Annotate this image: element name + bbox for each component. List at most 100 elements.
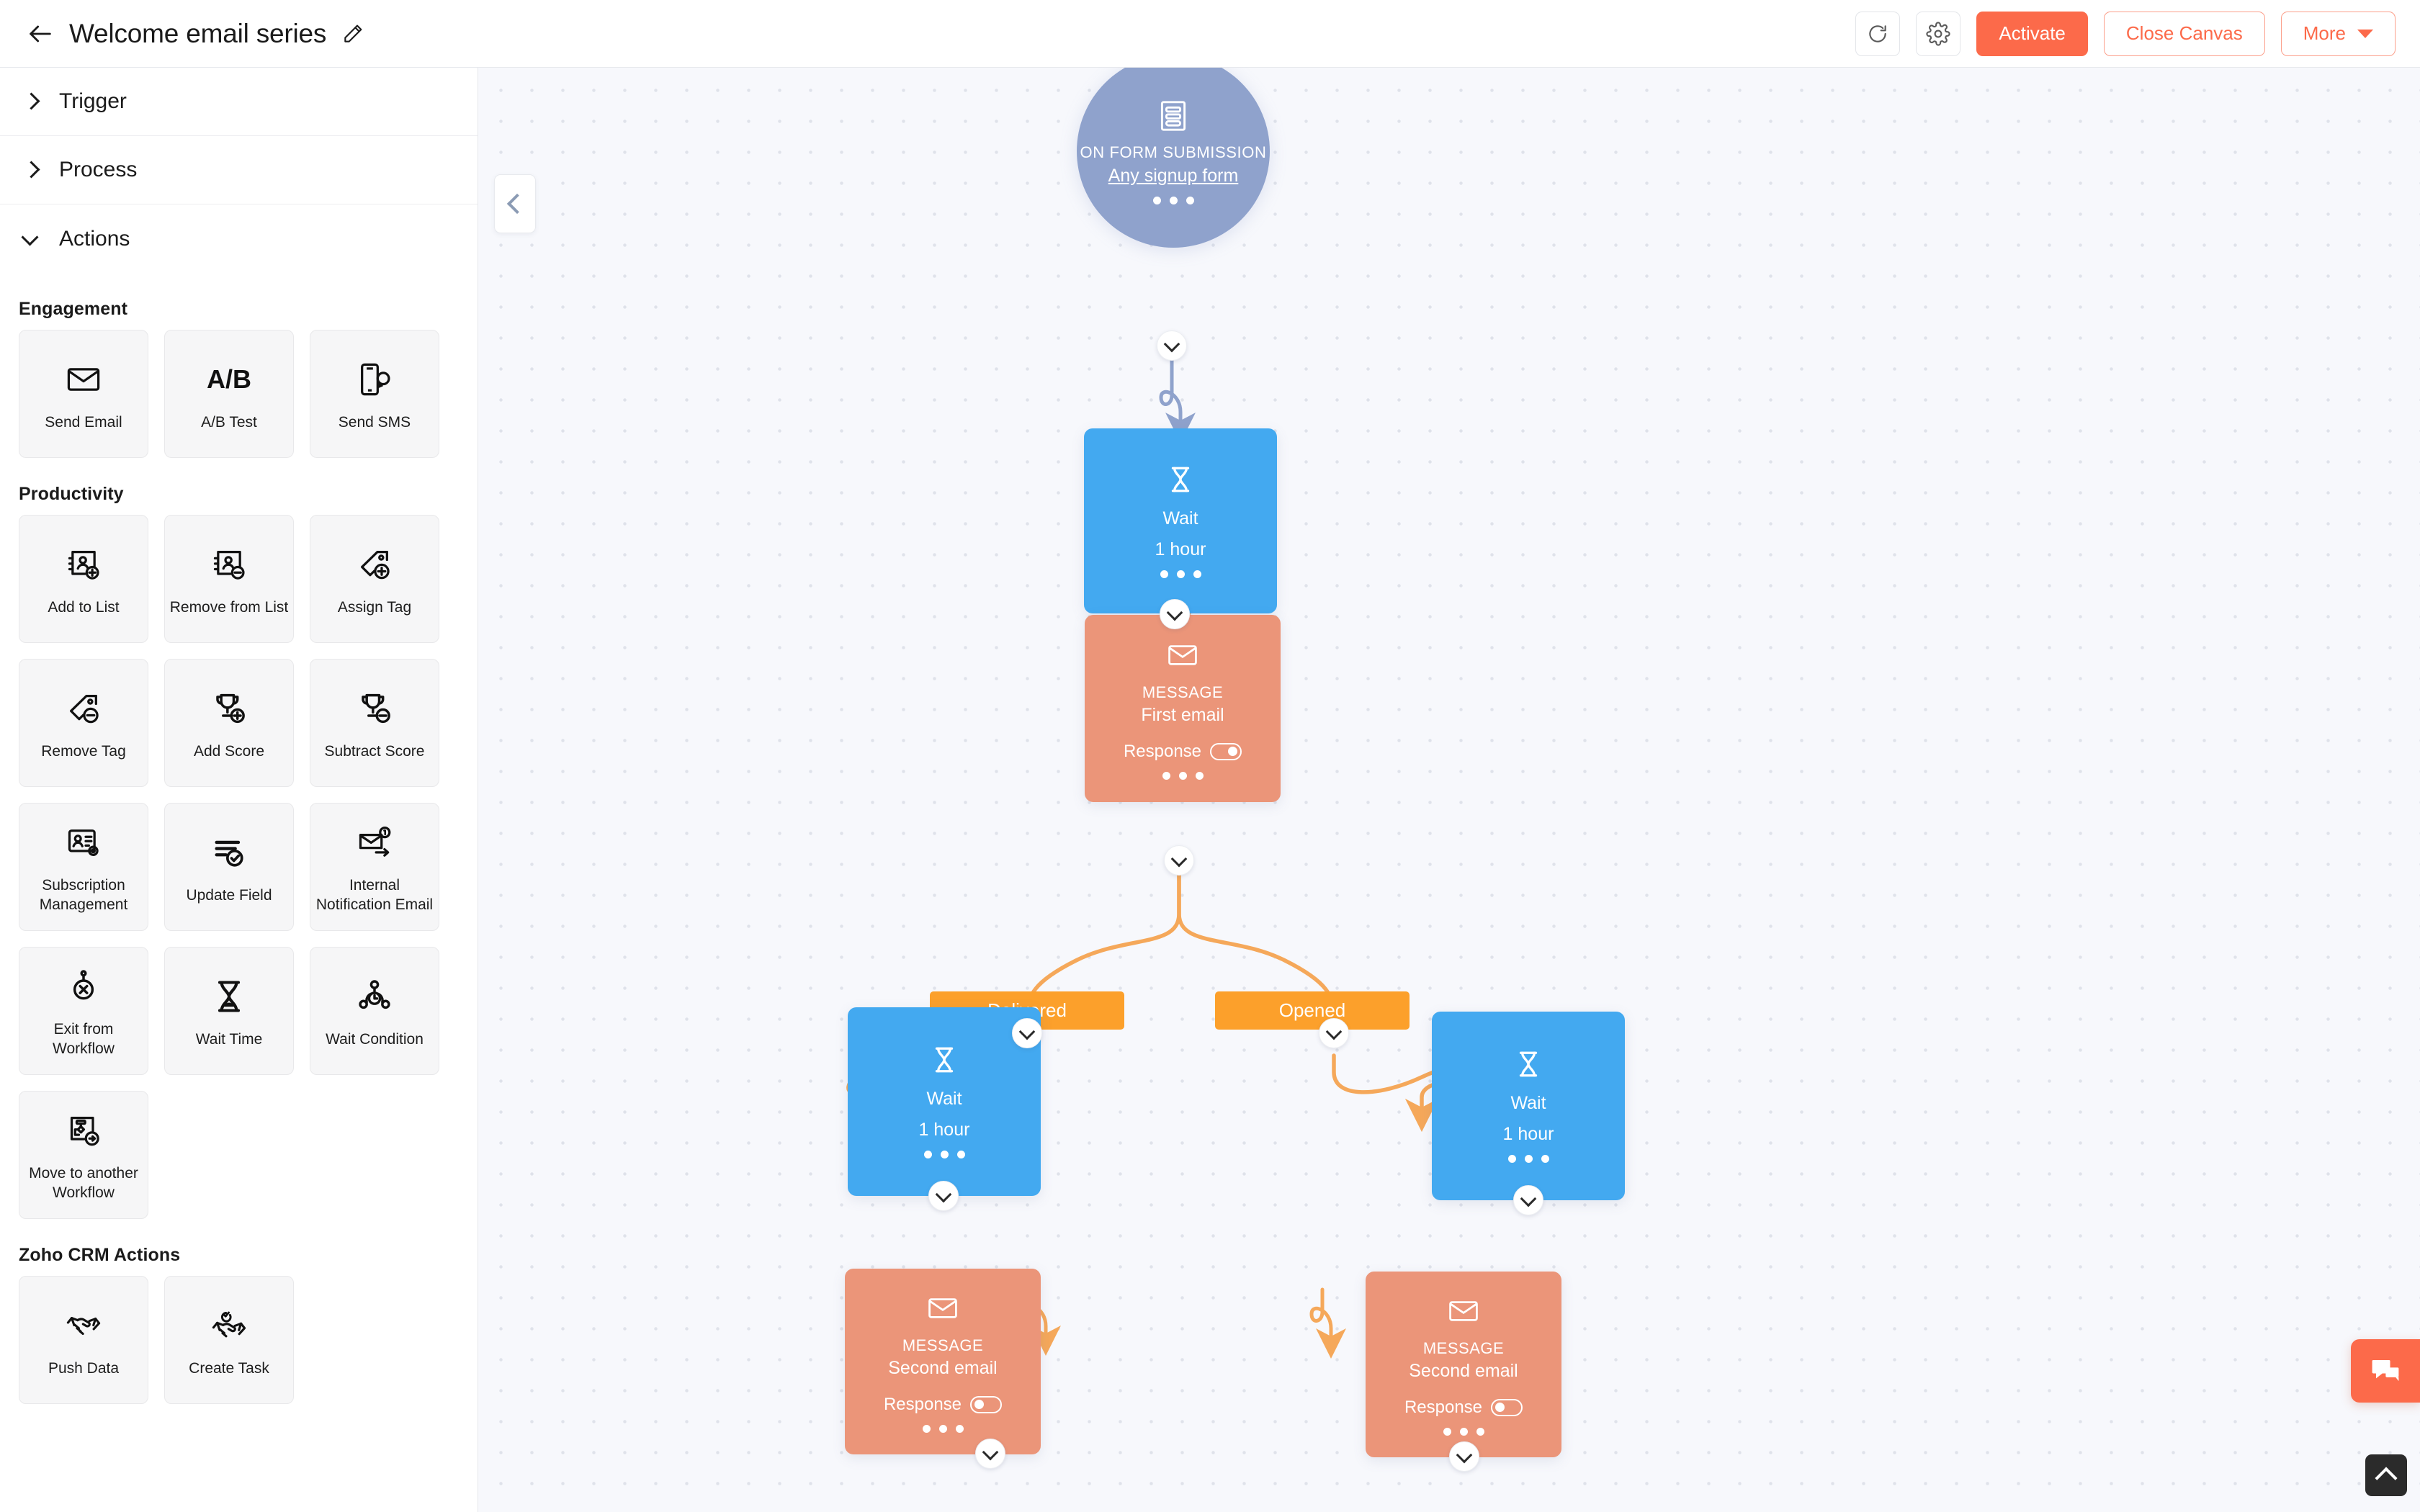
node-menu-dots[interactable] — [1160, 570, 1201, 578]
activate-button[interactable]: Activate — [1976, 11, 2088, 56]
expander-message-second-email-left[interactable] — [975, 1439, 1005, 1469]
chevron-up-icon[interactable] — [2365, 1454, 2407, 1496]
node-wait-1[interactable]: Wait 1 hour — [1084, 428, 1277, 613]
node-menu-dots[interactable] — [1162, 771, 1204, 780]
chevron-down-icon — [22, 230, 40, 248]
back-arrow-icon[interactable] — [24, 18, 56, 50]
hourglass-icon — [1513, 1049, 1543, 1083]
node-kind: MESSAGE — [902, 1336, 984, 1354]
sidebar-accordion-process[interactable]: Process — [0, 136, 478, 204]
action-card-label: Move to another Workflow — [29, 1165, 138, 1201]
move-workflow-icon — [65, 1107, 102, 1154]
handshake-check-icon — [210, 1302, 248, 1349]
action-card-internal-notification-email[interactable]: Internal Notification Email — [310, 803, 439, 931]
node-subtitle: 1 hour — [1502, 1124, 1554, 1144]
response-toggle[interactable] — [970, 1395, 1003, 1413]
contact-card-minus-icon — [210, 541, 248, 588]
action-card-label: Update Field — [186, 886, 272, 904]
action-card-add-score[interactable]: Add Score — [164, 659, 294, 787]
action-card-label: Remove Tag — [41, 742, 126, 760]
expander-wait-1[interactable] — [1160, 599, 1190, 629]
pencil-icon[interactable] — [341, 22, 365, 46]
action-card-add-to-list[interactable]: Add to List — [19, 515, 148, 643]
response-label: Response — [883, 1394, 962, 1414]
node-name: First email — [1141, 704, 1224, 725]
action-card-subscription-management[interactable]: Subscription Management — [19, 803, 148, 931]
gear-icon[interactable] — [1916, 11, 1961, 56]
workflow-canvas[interactable]: ON FORM SUBMISSION Any signup form Wait … — [478, 68, 2420, 1512]
response-toggle[interactable] — [1491, 1398, 1523, 1416]
action-card-push-data[interactable]: Push Data — [19, 1276, 148, 1404]
hourglass-icon — [929, 1045, 959, 1079]
action-card-label: Exit from Workflow — [53, 1021, 115, 1057]
contact-settings-icon — [65, 819, 102, 866]
action-card-label: Add Score — [193, 742, 265, 760]
expander-message-first-email[interactable] — [1164, 845, 1194, 876]
action-card-wait-time[interactable]: Wait Time — [164, 947, 294, 1075]
action-card-send-email[interactable]: Send Email — [19, 330, 148, 458]
refresh-icon[interactable] — [1855, 11, 1901, 56]
close-canvas-button[interactable]: Close Canvas — [2103, 11, 2265, 56]
action-card-move-to-another-workflow[interactable]: Move to another Workflow — [19, 1091, 148, 1219]
node-title: Wait — [926, 1089, 962, 1109]
action-card-label: Add to List — [48, 598, 120, 616]
action-card-label: Subscription Management — [39, 877, 128, 913]
action-card-label: Subtract Score — [324, 742, 425, 760]
sidebar-accordion-actions[interactable]: Actions — [0, 204, 478, 273]
node-menu-dots[interactable] — [1152, 196, 1194, 204]
more-button-label: More — [2303, 22, 2346, 44]
response-row: Response — [1404, 1398, 1523, 1418]
action-card-label: Wait Condition — [326, 1030, 424, 1048]
sidebar-accordion-trigger[interactable]: Trigger — [0, 68, 478, 136]
expander-branch-delivered[interactable] — [1012, 1018, 1042, 1048]
node-menu-dots[interactable] — [1443, 1427, 1484, 1436]
node-message-second-email-right[interactable]: MESSAGE Second email Response — [1366, 1272, 1561, 1457]
action-card-wait-condition[interactable]: Wait Condition — [310, 947, 439, 1075]
node-wait-3[interactable]: Wait 1 hour — [1432, 1012, 1625, 1200]
contact-card-plus-icon — [65, 541, 102, 588]
node-message-second-email-left[interactable]: MESSAGE Second email Response — [845, 1269, 1041, 1454]
group-title-zoho-crm-actions: Zoho CRM Actions — [19, 1245, 181, 1265]
expander-branch-opened[interactable] — [1319, 1018, 1349, 1048]
toolbar-actions: Activate Close Canvas More — [1855, 11, 2396, 56]
hourglass-icon — [210, 973, 248, 1020]
branch-label-opened[interactable]: Opened — [1215, 991, 1410, 1030]
action-card-send-sms[interactable]: Send SMS — [310, 330, 439, 458]
trigger-form-link[interactable]: Any signup form — [1108, 166, 1239, 186]
chevron-left-icon[interactable] — [494, 174, 536, 233]
more-button[interactable]: More — [2280, 11, 2396, 56]
action-card-label: Send Email — [45, 413, 122, 431]
chat-bubbles-icon[interactable] — [2351, 1339, 2420, 1403]
expander-wait-3[interactable] — [1513, 1185, 1543, 1215]
group-title-productivity: Productivity — [19, 484, 124, 504]
mobile-message-icon — [356, 356, 393, 403]
action-card-subtract-score[interactable]: Subtract Score — [310, 659, 439, 787]
accordion-label: Process — [59, 158, 138, 181]
expander-message-second-email-right[interactable] — [1449, 1441, 1479, 1472]
branch-clock-icon — [356, 973, 393, 1020]
node-name: Second email — [888, 1357, 998, 1378]
chevron-right-icon — [22, 161, 40, 179]
exit-circle-icon — [65, 963, 102, 1010]
expander-trigger[interactable] — [1157, 330, 1187, 361]
response-toggle[interactable] — [1210, 742, 1242, 760]
expander-wait-2[interactable] — [928, 1181, 959, 1211]
action-card-ab-test[interactable]: A/B A/B Test — [164, 330, 294, 458]
action-card-remove-tag[interactable]: Remove Tag — [19, 659, 148, 787]
node-menu-dots[interactable] — [923, 1151, 965, 1158]
action-card-label: Send SMS — [338, 413, 411, 431]
node-subtitle: 1 hour — [1155, 539, 1206, 559]
response-row: Response — [883, 1394, 1003, 1415]
action-card-label: A/B Test — [201, 413, 257, 431]
action-card-assign-tag[interactable]: Assign Tag — [310, 515, 439, 643]
action-card-update-field[interactable]: Update Field — [164, 803, 294, 931]
action-card-exit-from-workflow[interactable]: Exit from Workflow — [19, 947, 148, 1075]
action-card-create-task[interactable]: Create Task — [164, 1276, 294, 1404]
zoho-crm-card-grid: Push Data Create Task — [0, 1276, 447, 1404]
node-menu-dots[interactable] — [922, 1424, 964, 1433]
action-card-remove-from-list[interactable]: Remove from List — [164, 515, 294, 643]
node-message-first-email[interactable]: MESSAGE First email Response — [1085, 615, 1281, 802]
node-menu-dots[interactable] — [1507, 1155, 1549, 1163]
trophy-plus-icon — [210, 685, 248, 732]
action-card-label: Assign Tag — [337, 598, 412, 616]
